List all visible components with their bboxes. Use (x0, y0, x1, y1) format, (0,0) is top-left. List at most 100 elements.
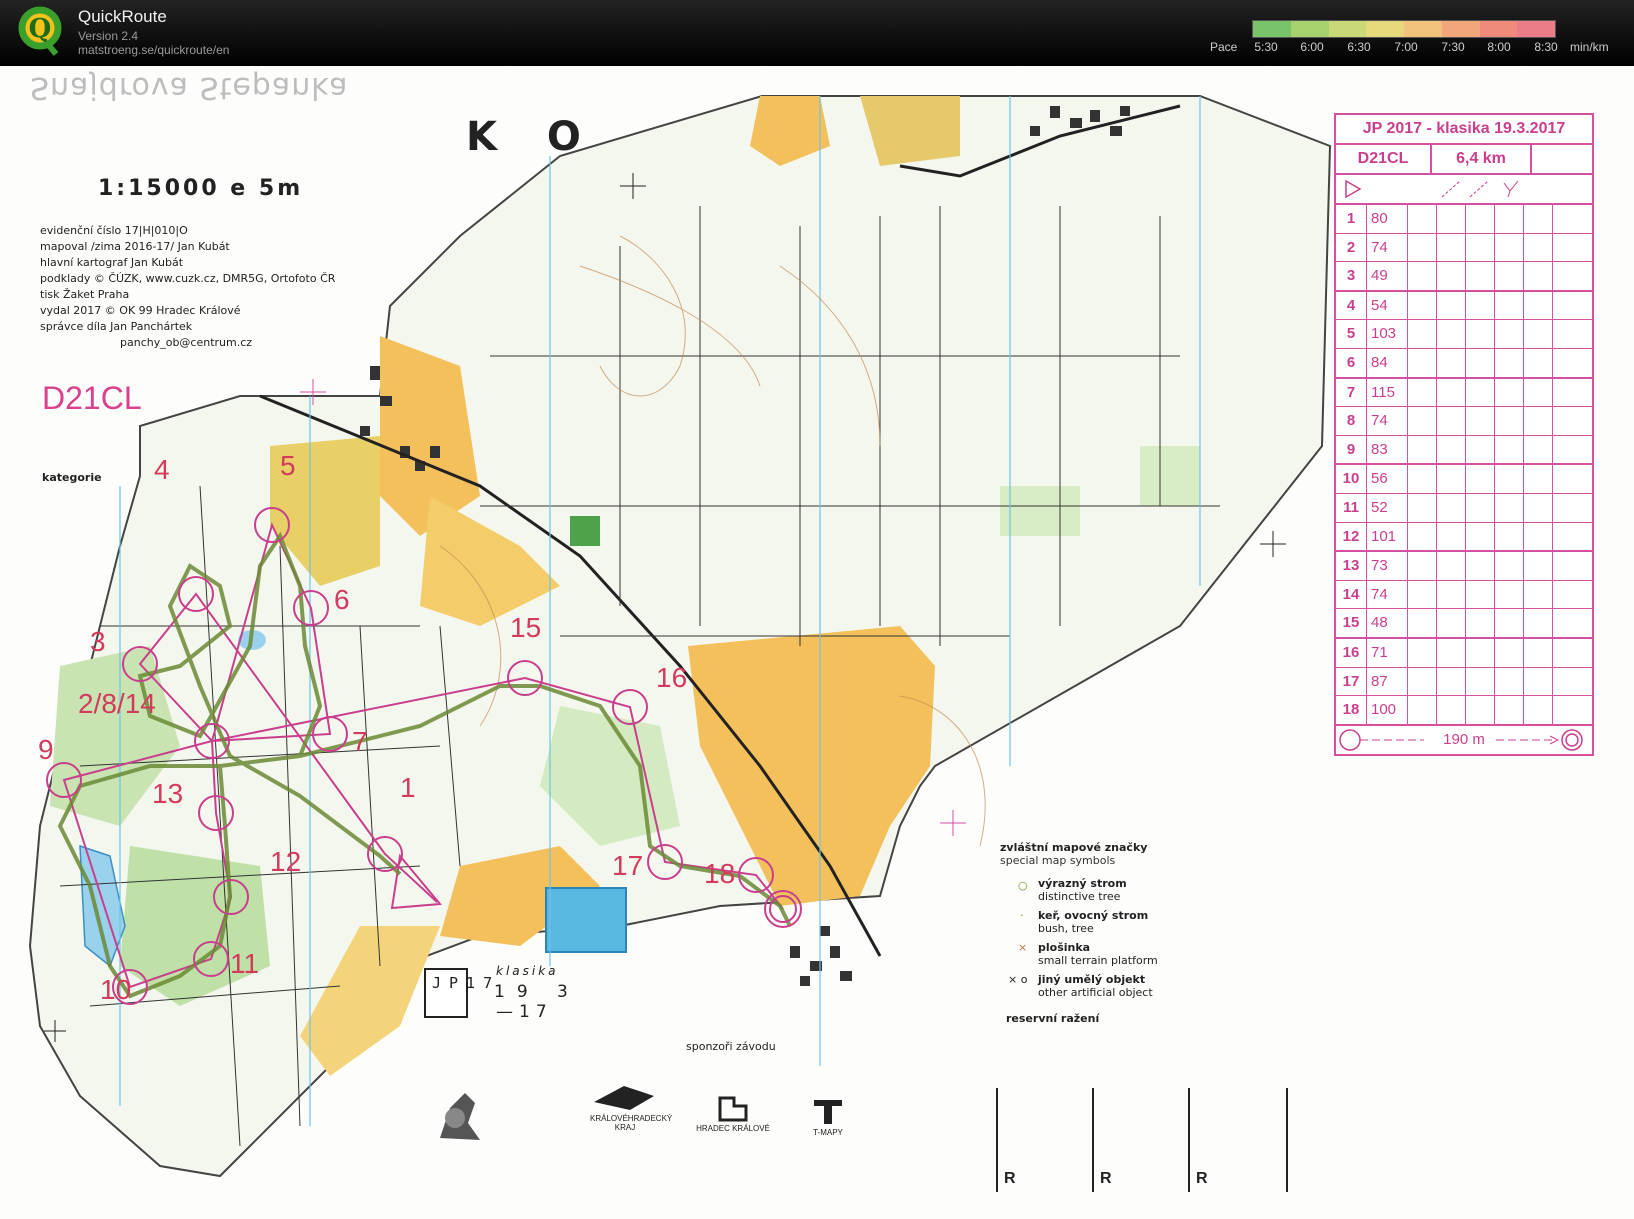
cd-symbol-cell (1408, 552, 1437, 580)
cd-symbol-cell (1466, 580, 1495, 609)
map-meta-line: správce díla Jan Panchártek (40, 320, 193, 333)
cd-symbol-cell (1524, 493, 1553, 522)
cd-control-row: 10 56 (1336, 465, 1592, 494)
pace-color-swatch (1253, 21, 1291, 37)
cd-symbol-cell (1466, 348, 1495, 377)
cd-symbol-cell (1524, 465, 1553, 493)
cd-symbol-cell (1437, 465, 1466, 493)
cd-symbol-cell (1524, 638, 1553, 667)
quickroute-logo-icon: Q (18, 6, 62, 56)
cd-symbol-cell (1553, 292, 1581, 320)
cd-seq: 3 (1336, 262, 1367, 290)
pace-label: Pace (1210, 40, 1238, 54)
cd-symbol-cell (1408, 435, 1437, 464)
cd-symbol-cell (1524, 320, 1553, 348)
legend-item-bush: · keř, ovocný strom bush, tree (1020, 909, 1149, 935)
cd-symbol-cell (1408, 407, 1437, 435)
legend-subtitle: special map symbols (1000, 854, 1116, 867)
cd-symbol-cell (1553, 234, 1581, 262)
jp-logo: JP17 (424, 968, 492, 1018)
cd-symbol-cell (1466, 638, 1495, 667)
control-number: 4 (154, 454, 170, 485)
cd-symbol-cell (1437, 348, 1466, 377)
reserve-box: R (1092, 1088, 1190, 1192)
cd-seq: 13 (1336, 552, 1367, 580)
map-meta-line: panchy_ob@centrum.cz (120, 336, 253, 349)
pace-color-swatch (1328, 21, 1367, 37)
cd-symbol-cell (1466, 696, 1495, 724)
cd-symbol-cell (1524, 667, 1553, 696)
cd-symbol-cell (1466, 667, 1495, 696)
club-mascot-logo-icon (440, 1093, 480, 1140)
cd-start-row (1336, 175, 1592, 205)
race-year: —17 (496, 1002, 553, 1022)
cd-symbol-cell (1553, 349, 1581, 377)
cd-code: 48 (1367, 609, 1408, 637)
cd-symbol-cell (1408, 262, 1437, 290)
race-type: klasika (496, 964, 559, 978)
cd-symbol-cell (1553, 407, 1581, 435)
cd-code: 87 (1367, 667, 1408, 696)
cd-control-row: 16 71 (1336, 638, 1592, 668)
cd-seq: 16 (1336, 638, 1367, 667)
category-label: kategorie (42, 471, 102, 484)
cd-symbol-cell (1408, 580, 1437, 609)
cd-symbol-cell (1466, 522, 1495, 551)
cd-symbol-cell (1553, 436, 1581, 464)
cd-symbol-cell (1495, 552, 1524, 580)
class-title: D21CL (42, 380, 142, 416)
cd-symbol-cell (1495, 667, 1524, 696)
pace-tick: 6:00 (1300, 40, 1324, 54)
cd-symbol-cell (1495, 493, 1524, 522)
cd-symbol-cell (1408, 348, 1437, 377)
cd-symbol-cell (1408, 696, 1437, 724)
pace-color-swatch (1404, 21, 1442, 37)
cd-seq: 11 (1336, 493, 1367, 522)
cd-code: 80 (1367, 205, 1408, 233)
cd-symbol-cell (1553, 494, 1581, 522)
pace-tick: 5:30 (1254, 40, 1278, 54)
map-meta-line: mapoval /zima 2016-17/ Jan Kubát (40, 240, 230, 253)
pond (545, 887, 627, 953)
cd-code: 74 (1367, 580, 1408, 609)
sponsor-tmapy-logo-icon (814, 1100, 842, 1124)
cd-symbol-cell (1437, 638, 1466, 667)
cd-symbol-cell (1408, 291, 1437, 320)
cd-symbol-cell (1553, 552, 1581, 580)
svg-text:Q: Q (29, 14, 52, 44)
cd-symbol-cell (1495, 233, 1524, 262)
cd-seq: 12 (1336, 522, 1367, 551)
cd-symbol-cell (1524, 522, 1553, 551)
cd-symbol-cell (1553, 465, 1581, 493)
control-number: 18 (704, 858, 736, 889)
pace-tick: 8:00 (1487, 40, 1511, 54)
forest-patch (570, 516, 600, 546)
legend-item-tree: ○ výrazný strom distinctive tree (1018, 877, 1127, 903)
cd-symbol-cell (1408, 320, 1437, 348)
cd-symbol-cell (1437, 435, 1466, 464)
cd-symbol-cell (1466, 291, 1495, 320)
cd-symbol-cell (1408, 667, 1437, 696)
sponsor-kraj: KRÁLOVÉHRADECKÝ KRAJ (590, 1082, 672, 1132)
cd-symbol-cell (1437, 493, 1466, 522)
cd-symbol-cell (1437, 407, 1466, 435)
cd-symbol-cell (1524, 609, 1553, 637)
control-number: 15 (510, 612, 542, 643)
forest-patch (1140, 446, 1200, 506)
cd-symbol-cell (1553, 696, 1581, 724)
cd-symbol-cell (1437, 320, 1466, 348)
cd-symbol-cell (1495, 320, 1524, 348)
cd-symbol-cell (1553, 205, 1581, 233)
pace-color-bar (1252, 20, 1556, 38)
app-url-link[interactable]: matstroeng.se/quickroute/en (78, 43, 229, 57)
sponsor-kraj-logo-icon (594, 1086, 654, 1110)
ghost-name-text: Snajdrova Stepanka (30, 70, 349, 105)
cd-control-row: 1 80 (1336, 205, 1592, 234)
pace-scale: Pace 5:30 6:00 6:30 7:00 7:30 8:00 8:30 … (1210, 20, 1634, 60)
cd-symbol-cell (1466, 435, 1495, 464)
cd-symbol-cell (1408, 493, 1437, 522)
legend-item-platform: × plošinka small terrain platform (1018, 941, 1158, 967)
orienteering-map[interactable]: Snajdrova Stepanka K O 1:15000 e 5m evid… (0, 66, 1634, 1219)
cd-symbol-cell (1408, 378, 1437, 407)
cd-symbol-cell (1524, 378, 1553, 407)
